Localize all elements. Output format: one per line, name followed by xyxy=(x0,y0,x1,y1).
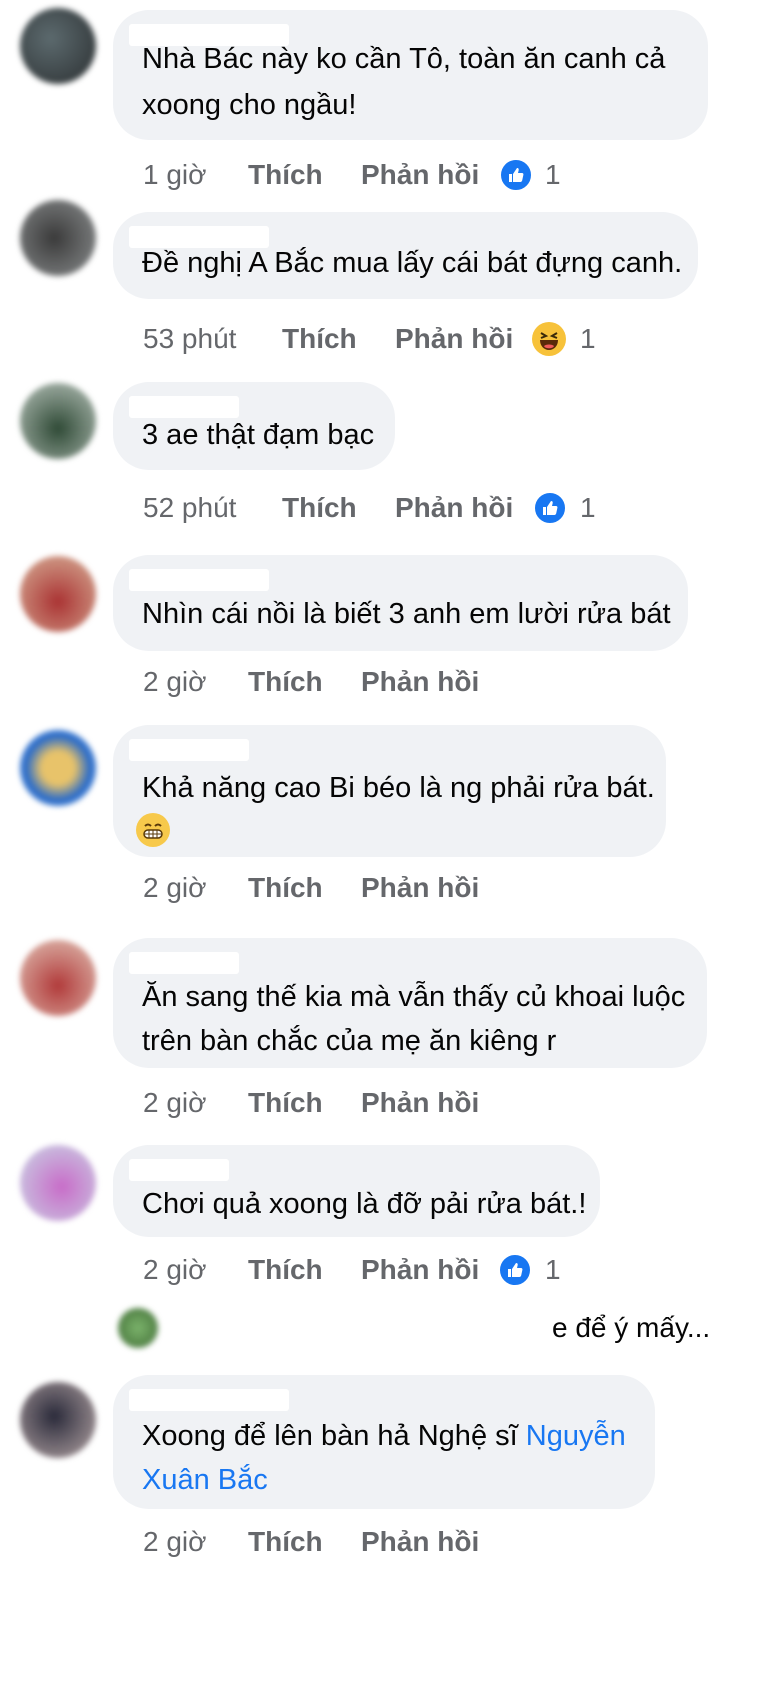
comment-bubble: Đề nghị A Bắc mua lấy cái bát đựng canh. xyxy=(113,212,698,299)
like-button[interactable]: Thích xyxy=(248,1083,323,1123)
timestamp[interactable]: 2 giờ xyxy=(143,662,207,702)
reply-avatar[interactable] xyxy=(118,1308,158,1348)
timestamp[interactable]: 2 giờ xyxy=(143,1522,207,1562)
comment-text: Xoong để lên bàn hả Nghệ sĩ Nguyễn xyxy=(142,1420,626,1452)
reaction-count: 1 xyxy=(545,1254,561,1285)
mention-link[interactable]: Nguyễn xyxy=(526,1420,626,1452)
comment-bubble: Ăn sang thế kia mà vẫn thấy củ khoai luộ… xyxy=(113,938,707,1068)
like-button[interactable]: Thích xyxy=(248,868,323,908)
like-button[interactable]: Thích xyxy=(248,155,323,195)
like-button[interactable]: Thích xyxy=(282,319,357,359)
like-icon[interactable] xyxy=(533,491,567,525)
comment-text: Chơi quả xoong là đỡ pải rửa bát.! xyxy=(142,1188,587,1220)
comment-bubble: Nhìn cái nồi là biết 3 anh em lười rửa b… xyxy=(113,555,688,651)
reply-button[interactable]: Phản hồi xyxy=(361,1083,479,1123)
reply-button[interactable]: Phản hồi xyxy=(361,868,479,908)
comment-text: xoong cho ngầu! xyxy=(142,89,357,121)
mention-link[interactable]: Xuân Bắc xyxy=(142,1464,268,1496)
commenter-name[interactable] xyxy=(129,569,269,591)
like-button[interactable]: Thích xyxy=(248,1250,323,1290)
timestamp[interactable]: 2 giờ xyxy=(143,1083,207,1123)
comment-text: 3 ae thật đạm bạc xyxy=(142,419,375,451)
comment-bubble: Xoong để lên bàn hả Nghệ sĩ Nguyễn Xuân … xyxy=(113,1375,655,1509)
like-icon[interactable] xyxy=(498,1253,532,1287)
commenter-name[interactable] xyxy=(129,1389,289,1411)
comment-text: Khả năng cao Bi béo là ng phải rửa bát. xyxy=(142,772,655,804)
avatar[interactable] xyxy=(20,200,96,276)
commenter-name[interactable] xyxy=(129,1159,229,1181)
comment-text: trên bàn chắc của mẹ ăn kiêng r xyxy=(142,1025,557,1057)
avatar[interactable] xyxy=(20,556,96,632)
timestamp[interactable]: 1 giờ xyxy=(143,155,207,195)
avatar[interactable] xyxy=(20,1382,96,1458)
timestamp[interactable]: 53 phút xyxy=(143,319,236,359)
reaction-count: 1 xyxy=(580,323,596,354)
comment-text: Xuân Bắc xyxy=(142,1457,268,1503)
like-button[interactable]: Thích xyxy=(248,662,323,702)
haha-icon[interactable] xyxy=(532,322,566,356)
timestamp[interactable]: 2 giờ xyxy=(143,1250,207,1290)
comment-text: Nhà Bác này ko cần Tô, toàn ăn canh cả xyxy=(142,43,666,75)
commenter-name[interactable] xyxy=(129,739,249,761)
reaction-count: 1 xyxy=(545,159,561,190)
like-icon[interactable] xyxy=(499,158,533,192)
reaction-count: 1 xyxy=(580,492,596,523)
comment-text: Nhìn cái nồi là biết 3 anh em lười rửa b… xyxy=(142,598,671,630)
reply-button[interactable]: Phản hồi xyxy=(395,319,513,359)
reply-preview-text[interactable]: e để ý mấy... xyxy=(552,1308,710,1348)
reply-button[interactable]: Phản hồi xyxy=(395,488,513,528)
avatar[interactable] xyxy=(20,940,96,1016)
commenter-name[interactable] xyxy=(129,952,239,974)
like-button[interactable]: Thích xyxy=(248,1522,323,1562)
comment-bubble: Khả năng cao Bi béo là ng phải rửa bát. xyxy=(113,725,666,857)
comment-bubble: 3 ae thật đạm bạc xyxy=(113,382,395,470)
comment-bubble: Chơi quả xoong là đỡ pải rửa bát.! xyxy=(113,1145,600,1237)
comment-text: Ăn sang thế kia mà vẫn thấy củ khoai luộ… xyxy=(142,981,686,1013)
avatar[interactable] xyxy=(20,383,96,459)
reply-button[interactable]: Phản hồi xyxy=(361,1250,479,1290)
comment-bubble: Nhà Bác này ko cần Tô, toàn ăn canh cả x… xyxy=(113,10,708,140)
comment-text: Đề nghị A Bắc mua lấy cái bát đựng canh. xyxy=(142,247,683,279)
like-button[interactable]: Thích xyxy=(282,488,357,528)
timestamp[interactable]: 52 phút xyxy=(143,488,236,528)
grin-emoji xyxy=(136,813,170,847)
timestamp[interactable]: 2 giờ xyxy=(143,868,207,908)
avatar[interactable] xyxy=(20,8,96,84)
reply-button[interactable]: Phản hồi xyxy=(361,662,479,702)
avatar[interactable] xyxy=(20,1145,96,1221)
avatar[interactable] xyxy=(20,730,96,806)
reply-button[interactable]: Phản hồi xyxy=(361,1522,479,1562)
reply-button[interactable]: Phản hồi xyxy=(361,155,479,195)
